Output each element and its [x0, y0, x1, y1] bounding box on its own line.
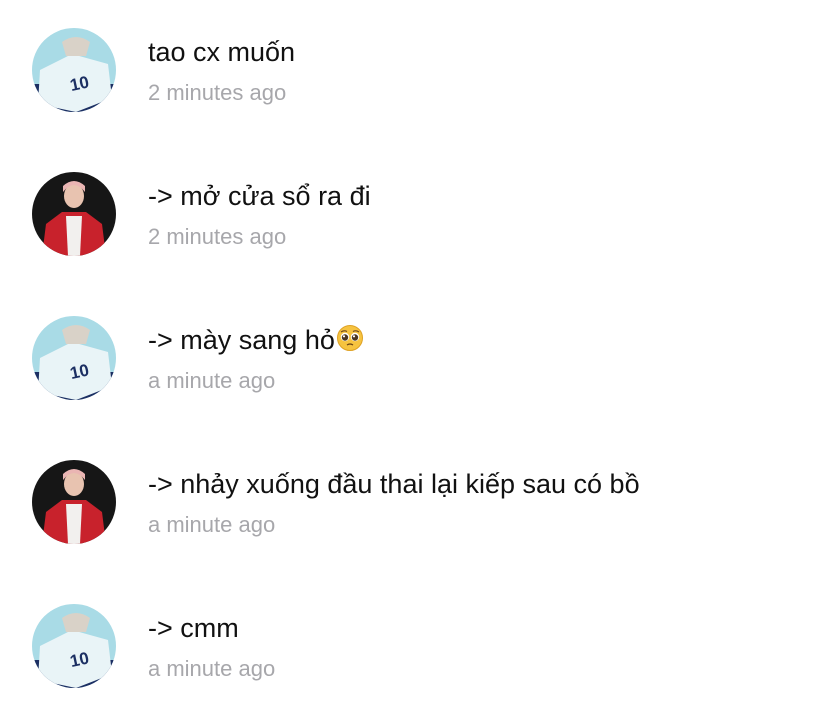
avatar-blue-jersey-image: 10 [32, 316, 116, 400]
avatar-blue-jersey[interactable]: 10 [32, 604, 116, 688]
comment-item[interactable]: 10 -> cmm a minute ago [0, 576, 828, 688]
comment-item[interactable]: 10 -> mày sang hỏ a minute ago [0, 288, 828, 400]
svg-text:10: 10 [68, 361, 90, 384]
comment-timestamp: 2 minutes ago [148, 80, 287, 105]
comment-item[interactable]: 10 tao cx muốn 2 minutes ago [0, 0, 828, 112]
avatar-blue-jersey[interactable]: 10 [32, 28, 116, 112]
pleading-face-emoji-icon [336, 324, 364, 361]
avatar-blue-jersey-image: 10 [32, 28, 116, 112]
comment-timestamp: a minute ago [148, 656, 276, 681]
svg-text:10: 10 [68, 73, 90, 96]
avatar-red-jacket-image [32, 460, 116, 544]
avatar-blue-jersey-image: 10 [32, 604, 116, 688]
comment-item[interactable]: -> mở cửa sổ ra đi 2 minutes ago [0, 144, 828, 256]
comment-item[interactable]: -> nhảy xuống đầu thai lại kiếp sau có b… [0, 432, 828, 544]
comment-timestamp: 2 minutes ago [148, 224, 287, 249]
comment-text: -> nhảy xuống đầu thai lại kiếp sau có b… [148, 469, 640, 499]
comment-text: -> mày sang hỏ [148, 322, 364, 361]
avatar-red-jacket[interactable] [32, 172, 116, 256]
comment-text: -> mở cửa sổ ra đi [148, 181, 371, 211]
comment-timestamp: a minute ago [148, 368, 276, 393]
comment-text: tao cx muốn [148, 37, 296, 67]
comment-text-content: -> mày sang hỏ [148, 325, 335, 355]
comment-text: -> cmm [148, 613, 239, 643]
svg-text:10: 10 [68, 649, 90, 672]
comment-feed: 10 tao cx muốn 2 minutes ago -> mở cửa s… [0, 0, 828, 714]
comment-timestamp: a minute ago [148, 512, 276, 537]
avatar-red-jacket[interactable] [32, 460, 116, 544]
avatar-blue-jersey[interactable]: 10 [32, 316, 116, 400]
avatar-red-jacket-image [32, 172, 116, 256]
